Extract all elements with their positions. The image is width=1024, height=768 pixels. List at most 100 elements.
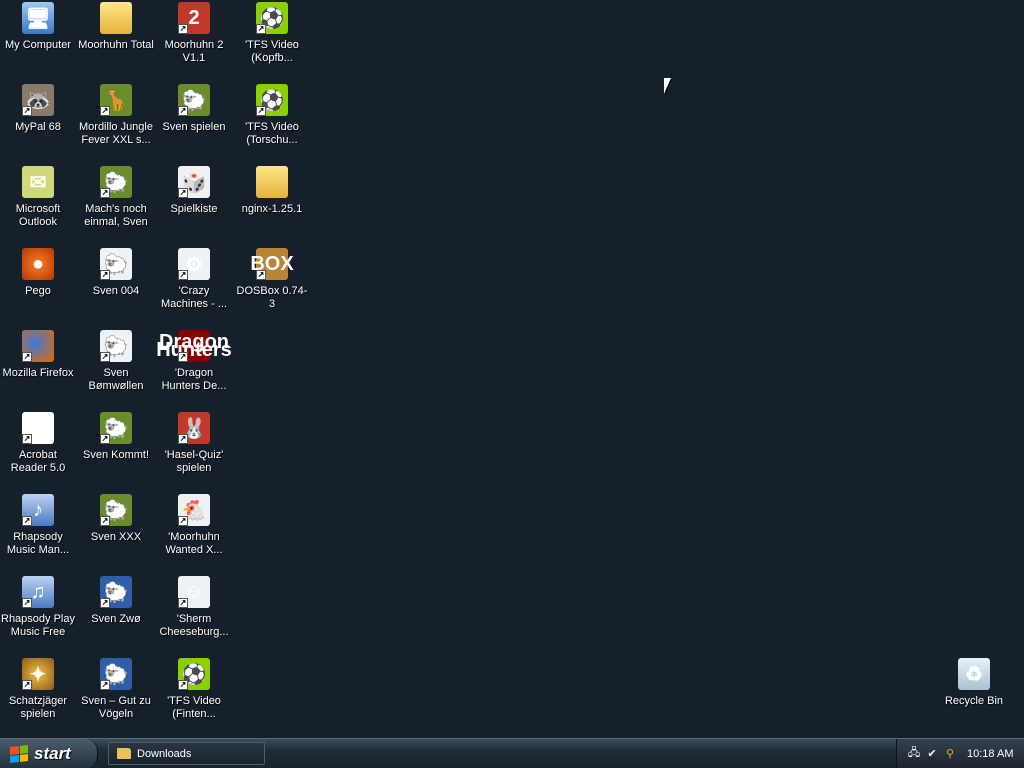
desktop-icon-machs-noch-einmal[interactable]: 🐑 ↗ Mach's noch einmal, Sven [78,164,154,244]
sven-icon: 🐑 ↗ [178,84,210,116]
shortcut-arrow-icon: ↗ [100,516,110,526]
desktop-icon-tfs-video-torschu[interactable]: ⚽ ↗ 'TFS Video (Torschu... [234,82,310,162]
search-icon[interactable]: ⚲ [943,747,957,761]
shortcut-arrow-icon: ↗ [100,352,110,362]
desktop-icon-dragon-hunters[interactable]: Dragon Hunters ↗ 'Dragon Hunters De... [156,328,232,408]
icon-label: 'Sherm Cheeseburg... [159,613,229,638]
sven-icon: 🐑 ↗ [100,330,132,362]
icon-label: Rhapsody Play Music Free [1,613,75,638]
icon-label: nginx-1.25.1 [241,203,303,215]
shortcut-arrow-icon: ↗ [100,106,110,116]
desktop-icon-mypal[interactable]: 🦝 ↗ MyPal 68 [0,82,76,162]
icon-label: Mordillo Jungle Fever XXL s... [79,121,153,146]
sven-icon: 🐑 ↗ [100,576,132,608]
icon-label: Sven Kommt! [82,449,150,461]
desktop-icon-schatzjaeger[interactable]: ✦ ↗ Schatzjäger spielen [0,656,76,736]
sven-icon: 🐑 ↗ [100,658,132,690]
shortcut-arrow-icon: ↗ [178,352,188,362]
icon-label: Recycle Bin [944,695,1004,707]
acrobat-icon: A ↗ [22,412,54,444]
safely-remove-hardware-icon[interactable]: ✔ [925,747,939,761]
icon-label: Schatzjäger spielen [8,695,68,720]
desktop-icon-dosbox[interactable]: BOX ↗ DOSBox 0.74-3 [234,246,310,326]
desktop-icon-firefox[interactable]: ↗ Mozilla Firefox [0,328,76,408]
shortcut-arrow-icon: ↗ [178,188,188,198]
shortcut-arrow-icon: ↗ [100,598,110,608]
icon-label: Pego [25,285,51,297]
desktop-icon-moorhuhn-2[interactable]: 2 ↗ Moorhuhn 2 V1.1 [156,0,232,80]
desktop-icon-sven-004[interactable]: 🐑 ↗ Sven 004 [78,246,154,326]
shortcut-arrow-icon: ↗ [178,270,188,280]
sven-icon: 🐑 ↗ [100,412,132,444]
desktop-icon-sven-bomwollen[interactable]: 🐑 ↗ Sven Bømwøllen [78,328,154,408]
desktop-icon-hasel-quiz[interactable]: 🐰 ↗ 'Hasel-Quiz' spielen [156,410,232,490]
icon-label: 'Moorhuhn Wanted X... [165,531,223,556]
icon-label: 'Dragon Hunters De... [161,367,227,392]
desktop-icon-rhapsody-play[interactable]: ♫ ↗ Rhapsody Play Music Free [0,574,76,654]
sven-icon: 🐑 ↗ [100,166,132,198]
shortcut-arrow-icon: ↗ [256,270,266,280]
desktop-icon-sven-gut-zu-vogeln[interactable]: 🐑 ↗ Sven – Gut zu Vögeln [78,656,154,736]
desktop-icon-sherm[interactable]: ☺ ↗ 'Sherm Cheeseburg... [156,574,232,654]
icon-label: Acrobat Reader 5.0 [10,449,66,474]
desktop[interactable]: 🖥 My Computer 🦝 ↗ MyPal 68 ✉ Microsoft Ou… [0,0,1024,738]
icon-label: Mach's noch einmal, Sven [84,203,148,228]
taskbar-button-downloads[interactable]: Downloads [108,742,265,765]
icon-label: Sven spielen [162,121,226,133]
shortcut-arrow-icon: ↗ [178,680,188,690]
recycle-bin-icon: ♻ [958,658,990,690]
desktop-icon-recycle-bin[interactable]: ♻ Recycle Bin [936,656,1012,736]
icon-label: Spielkiste [170,203,218,215]
clock[interactable]: 10:18 AM [967,748,1013,760]
icon-label: Microsoft Outlook [15,203,61,228]
desktop-icon-sven-kommt[interactable]: 🐑 ↗ Sven Kommt! [78,410,154,490]
icon-label: 'TFS Video (Finten... [167,695,221,720]
desktop-icon-acrobat[interactable]: A ↗ Acrobat Reader 5.0 [0,410,76,490]
folder-icon [100,2,132,34]
desktop-icon-sven-spielen[interactable]: 🐑 ↗ Sven spielen [156,82,232,162]
crazy-machines-icon: ⚙ ↗ [178,248,210,280]
shortcut-arrow-icon: ↗ [22,352,32,362]
icon-label: Rhapsody Music Man... [6,531,70,556]
moorhuhn-2-icon: 2 ↗ [178,2,210,34]
moorhuhn-wanted-icon: 🐔 ↗ [178,494,210,526]
shortcut-arrow-icon: ↗ [178,106,188,116]
icon-label: Sven XXX [90,531,142,543]
desktop-icon-sven-zwo[interactable]: 🐑 ↗ Sven Zwø [78,574,154,654]
desktop-icon-tfs-video-finten[interactable]: ⚽ ↗ 'TFS Video (Finten... [156,656,232,736]
start-button[interactable]: start [0,739,98,768]
sherm-icon: ☺ ↗ [178,576,210,608]
shortcut-arrow-icon: ↗ [178,598,188,608]
desktop-icon-sven-xxx[interactable]: 🐑 ↗ Sven XXX [78,492,154,572]
dragon-hunters-icon: Dragon Hunters ↗ [156,330,232,362]
folder-icon [256,166,288,198]
icon-label: Moorhuhn 2 V1.1 [164,39,224,64]
desktop-icon-outlook[interactable]: ✉ Microsoft Outlook [0,164,76,244]
desktop-icon-my-computer[interactable]: 🖥 My Computer [0,0,76,80]
icon-label: Mozilla Firefox [2,367,74,379]
shortcut-arrow-icon: ↗ [178,516,188,526]
desktop-icon-moorhuhn-total[interactable]: Moorhuhn Total [78,0,154,80]
desktop-icon-spielkiste[interactable]: 🎲 ↗ Spielkiste [156,164,232,244]
shortcut-arrow-icon: ↗ [100,434,110,444]
start-label: start [34,743,71,763]
icon-label: 'Hasel-Quiz' spielen [164,449,224,474]
desktop-icon-tfs-video-kopfb[interactable]: ⚽ ↗ 'TFS Video (Kopfb... [234,0,310,80]
icon-label: 'Crazy Machines - ... [160,285,228,310]
desktop-icon-nginx[interactable]: nginx-1.25.1 [234,164,310,244]
computer-icon: 🖥 [22,2,54,34]
desktop-icon-moorhuhn-wanted[interactable]: 🐔 ↗ 'Moorhuhn Wanted X... [156,492,232,572]
dosbox-icon: BOX ↗ [250,248,294,280]
icon-label: Sven – Gut zu Vögeln [81,695,151,720]
mordillo-icon: 🦒 ↗ [100,84,132,116]
tfs-video-icon: ⚽ ↗ [256,84,288,116]
firefox-icon: ↗ [22,330,54,362]
shortcut-arrow-icon: ↗ [22,106,32,116]
sven-icon: 🐑 ↗ [100,494,132,526]
desktop-icon-rhapsody-manager[interactable]: ♪ ↗ Rhapsody Music Man... [0,492,76,572]
sven-icon: 🐑 ↗ [100,248,132,280]
desktop-icon-mordillo[interactable]: 🦒 ↗ Mordillo Jungle Fever XXL s... [78,82,154,162]
network-icon[interactable]: 🖧 [907,747,921,761]
desktop-icon-pego[interactable]: ● Pego [0,246,76,326]
desktop-icon-crazy-machines[interactable]: ⚙ ↗ 'Crazy Machines - ... [156,246,232,326]
